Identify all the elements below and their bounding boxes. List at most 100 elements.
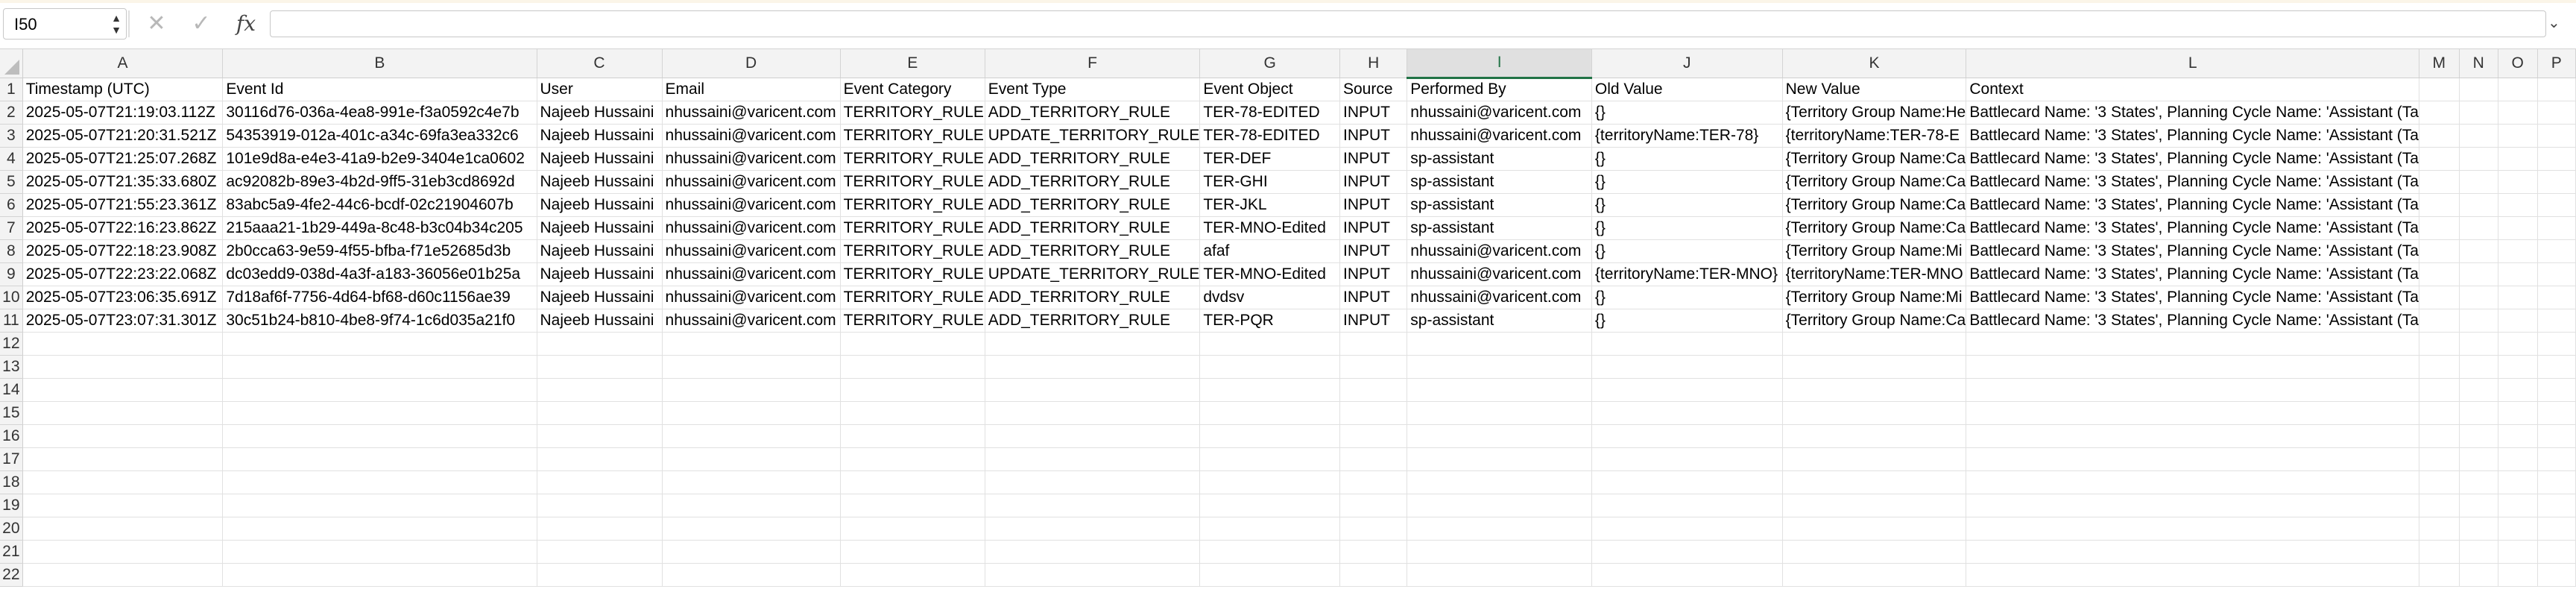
cell[interactable]: [2459, 563, 2498, 587]
cell[interactable]: [2419, 193, 2460, 217]
cell[interactable]: nhussaini@varicent.com: [1407, 239, 1592, 263]
cell[interactable]: INPUT: [1339, 216, 1408, 240]
cell[interactable]: TER-JKL: [1199, 193, 1340, 217]
cell[interactable]: [985, 540, 1201, 564]
cell[interactable]: [222, 424, 537, 448]
cell[interactable]: [537, 424, 663, 448]
cell[interactable]: [22, 517, 224, 541]
cell[interactable]: [2459, 447, 2498, 471]
cell[interactable]: [2459, 78, 2498, 101]
column-header-g[interactable]: G: [1199, 49, 1340, 78]
cell[interactable]: [2419, 309, 2460, 333]
select-all-corner[interactable]: [0, 49, 23, 78]
cell[interactable]: Najeeb Hussaini: [537, 239, 663, 263]
cell[interactable]: [985, 401, 1201, 425]
cell[interactable]: nhussaini@varicent.com: [662, 262, 841, 286]
cell[interactable]: [1339, 332, 1408, 356]
cell[interactable]: [985, 447, 1201, 471]
cell[interactable]: [1339, 540, 1408, 564]
cell[interactable]: [1966, 517, 2419, 541]
cell[interactable]: [222, 332, 537, 356]
column-header-h[interactable]: H: [1339, 49, 1408, 78]
cell[interactable]: [2498, 170, 2538, 194]
cell[interactable]: [2537, 470, 2576, 494]
cell[interactable]: [1966, 540, 2419, 564]
cell[interactable]: [2498, 239, 2538, 263]
cell[interactable]: 2025-05-07T21:55:23.361Z: [22, 193, 224, 217]
cell[interactable]: [537, 401, 663, 425]
cell[interactable]: Najeeb Hussaini: [537, 262, 663, 286]
cell[interactable]: [1199, 517, 1340, 541]
cell[interactable]: [1339, 517, 1408, 541]
cell[interactable]: [2498, 494, 2538, 517]
row-header[interactable]: 15: [0, 401, 23, 425]
close-icon[interactable]: ✕: [142, 9, 171, 39]
row-header[interactable]: 1: [0, 78, 23, 101]
cell[interactable]: nhussaini@varicent.com: [1407, 124, 1592, 148]
cell[interactable]: 2025-05-07T21:20:31.521Z: [22, 124, 224, 148]
cell[interactable]: [1966, 470, 2419, 494]
cell[interactable]: [2537, 494, 2576, 517]
cell[interactable]: [2537, 170, 2576, 194]
cell[interactable]: Event Object: [1199, 78, 1340, 101]
cell[interactable]: [2537, 262, 2576, 286]
cell[interactable]: [840, 470, 985, 494]
cell[interactable]: [1966, 378, 2419, 402]
cell[interactable]: 2b0cca63-9e59-4f55-bfba-f71e52685d3b: [222, 239, 537, 263]
cell[interactable]: {}: [1591, 216, 1783, 240]
cell[interactable]: [1407, 447, 1592, 471]
cell[interactable]: ADD_TERRITORY_RULE: [985, 309, 1201, 333]
cell[interactable]: TER-GHI: [1199, 170, 1340, 194]
cell[interactable]: [662, 332, 841, 356]
cell[interactable]: nhussaini@varicent.com: [1407, 101, 1592, 125]
cell[interactable]: INPUT: [1339, 101, 1408, 125]
column-header-d[interactable]: D: [662, 49, 841, 78]
cell[interactable]: {Territory Group Name:Ca: [1782, 309, 1967, 333]
cell[interactable]: [2459, 193, 2498, 217]
cell[interactable]: [222, 563, 537, 587]
cell[interactable]: [2498, 286, 2538, 309]
cell[interactable]: ADD_TERRITORY_RULE: [985, 193, 1201, 217]
cell[interactable]: [840, 355, 985, 379]
cell[interactable]: nhussaini@varicent.com: [662, 170, 841, 194]
cell[interactable]: ac92082b-89e3-4b2d-9ff5-31eb3cd8692d: [222, 170, 537, 194]
cell[interactable]: [1199, 447, 1340, 471]
cell[interactable]: [2459, 101, 2498, 125]
cell[interactable]: [840, 540, 985, 564]
cell[interactable]: [2537, 239, 2576, 263]
cell[interactable]: [1407, 332, 1592, 356]
cell[interactable]: {Territory Group Name:Ca: [1782, 147, 1967, 171]
cell[interactable]: [2498, 309, 2538, 333]
cell[interactable]: [2459, 494, 2498, 517]
cell[interactable]: [2419, 563, 2460, 587]
cell[interactable]: [840, 494, 985, 517]
cell[interactable]: Performed By: [1407, 78, 1592, 101]
cell[interactable]: [1407, 355, 1592, 379]
cell[interactable]: [1339, 447, 1408, 471]
cell[interactable]: [2498, 262, 2538, 286]
cell[interactable]: [1966, 424, 2419, 448]
cell[interactable]: {Territory Group Name:He: [1782, 101, 1967, 125]
cell[interactable]: TERRITORY_RULE: [840, 309, 985, 333]
cell[interactable]: {}: [1591, 286, 1783, 309]
cell[interactable]: ADD_TERRITORY_RULE: [985, 286, 1201, 309]
cell[interactable]: dvdsv: [1199, 286, 1340, 309]
cell[interactable]: [662, 540, 841, 564]
cell[interactable]: [2537, 101, 2576, 125]
cell[interactable]: Old Value: [1591, 78, 1783, 101]
cell[interactable]: [1407, 540, 1592, 564]
cell[interactable]: [1199, 332, 1340, 356]
cell[interactable]: ADD_TERRITORY_RULE: [985, 170, 1201, 194]
formula-input[interactable]: [270, 10, 2546, 37]
cell[interactable]: INPUT: [1339, 309, 1408, 333]
cell[interactable]: [2537, 286, 2576, 309]
cell[interactable]: [537, 332, 663, 356]
cell[interactable]: [840, 401, 985, 425]
column-header-k[interactable]: K: [1782, 49, 1967, 78]
cell[interactable]: [22, 470, 224, 494]
cell[interactable]: TERRITORY_RULE: [840, 216, 985, 240]
row-header[interactable]: 20: [0, 517, 23, 541]
cell[interactable]: [2498, 378, 2538, 402]
cell[interactable]: 83abc5a9-4fe2-44c6-bcdf-02c21904607b: [222, 193, 537, 217]
row-header[interactable]: 5: [0, 170, 23, 194]
